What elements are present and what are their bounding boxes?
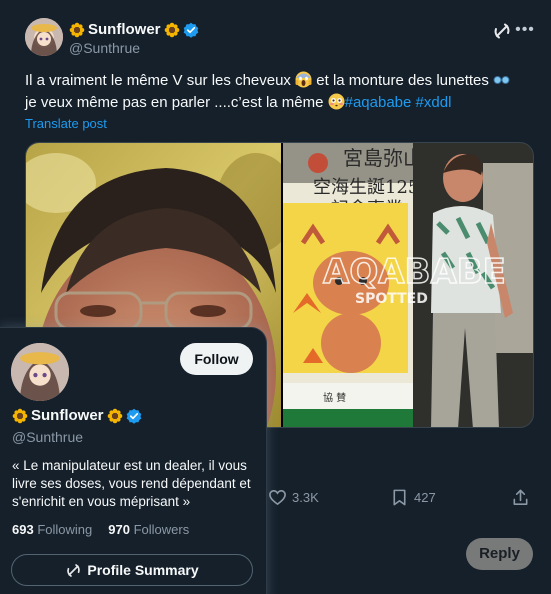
like-button[interactable]: 3.3K bbox=[268, 488, 319, 507]
watermark-text: AQABABE bbox=[323, 252, 506, 292]
post-text-segment: et la monture des lunettes bbox=[312, 72, 494, 89]
following-count: 693 bbox=[12, 522, 34, 537]
bookmark-button[interactable]: 427 bbox=[390, 488, 436, 507]
author-name-row[interactable]: Sunflower bbox=[69, 21, 199, 38]
profile-summary-label: Profile Summary bbox=[87, 562, 199, 578]
following-label: Following bbox=[37, 522, 93, 537]
hover-card-bio: « Le manipulateur est un dealer, il vous… bbox=[12, 458, 251, 509]
bookmark-count: 427 bbox=[414, 490, 436, 505]
glasses-emoji-icon bbox=[493, 71, 510, 88]
sunflower-icon bbox=[164, 22, 180, 38]
sign-bottom-text: 協 賛 bbox=[323, 391, 346, 404]
share-icon bbox=[513, 489, 528, 505]
sunflower-icon bbox=[69, 22, 85, 38]
share-button[interactable] bbox=[511, 488, 530, 507]
hover-card-avatar[interactable] bbox=[11, 343, 69, 401]
followers-count: 970 bbox=[108, 522, 130, 537]
hover-card-stats: 693 Following 970 Followers bbox=[12, 522, 189, 537]
author-handle[interactable]: @Sunthrue bbox=[69, 40, 140, 56]
followers-link[interactable]: 970 Followers bbox=[108, 522, 189, 537]
bookmark-icon bbox=[393, 489, 406, 506]
follow-button[interactable]: Follow bbox=[180, 343, 253, 375]
sunflower-icon bbox=[107, 408, 123, 424]
heart-icon bbox=[269, 490, 286, 506]
author-name[interactable]: Sunflower bbox=[88, 21, 161, 38]
author-avatar[interactable] bbox=[25, 18, 63, 56]
scream-emoji-icon bbox=[295, 71, 312, 88]
translate-post-link[interactable]: Translate post bbox=[25, 116, 107, 131]
hover-card-name[interactable]: Sunflower bbox=[31, 407, 104, 424]
following-link[interactable]: 693 Following bbox=[12, 522, 92, 537]
watermark-subtext: SPOTTED bbox=[355, 291, 428, 307]
reply-button[interactable]: Reply bbox=[466, 538, 533, 570]
profile-hover-card: Follow Sunflower @Sunthrue « Le manipula… bbox=[0, 327, 267, 594]
followers-label: Followers bbox=[133, 522, 190, 537]
like-count: 3.3K bbox=[292, 490, 319, 505]
post-text-segment: je veux même pas en parler ....c’est la … bbox=[25, 94, 328, 111]
profile-summary-button[interactable]: Profile Summary bbox=[11, 554, 253, 586]
flushed-emoji-icon bbox=[328, 93, 345, 110]
post-text-segment: Il a vraiment le même V sur les cheveux bbox=[25, 72, 296, 89]
hashtag-link[interactable]: #xddl bbox=[416, 94, 452, 111]
more-options-icon[interactable]: ••• bbox=[514, 21, 536, 41]
post-actions: 3.3K 427 bbox=[268, 488, 538, 512]
sunflower-icon bbox=[12, 408, 28, 424]
sign-text-line1: 宮島弥山 bbox=[343, 146, 423, 170]
hover-card-handle[interactable]: @Sunthrue bbox=[12, 429, 83, 445]
photo-man-event-right[interactable]: 宮島弥山 空海生誕1250年 記念事業 協 賛 bbox=[281, 143, 533, 427]
hover-card-name-row[interactable]: Sunflower bbox=[12, 407, 142, 424]
grok-icon bbox=[67, 563, 81, 577]
grok-icon[interactable] bbox=[492, 21, 512, 41]
verified-badge-icon bbox=[126, 408, 142, 424]
post-text: Il a vraiment le même V sur les cheveux … bbox=[25, 70, 530, 114]
verified-badge-icon bbox=[183, 22, 199, 38]
post: Sunflower @Sunthrue ••• Il a vraiment le… bbox=[0, 0, 551, 594]
hashtag-link[interactable]: #aqababe bbox=[345, 94, 412, 111]
